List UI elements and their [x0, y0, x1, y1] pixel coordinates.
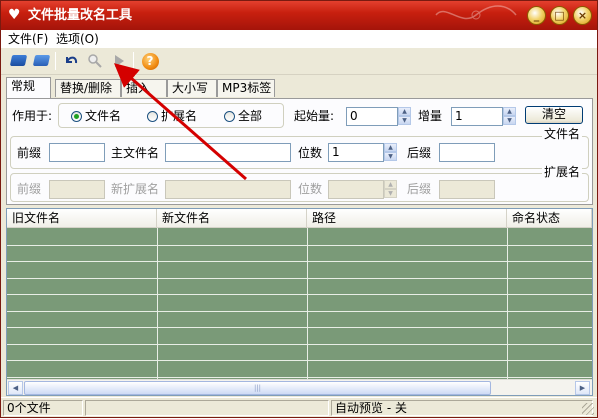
main-filename-label: 主文件名 — [111, 146, 160, 160]
tab-general[interactable]: 常规 — [6, 77, 51, 98]
suffix-input[interactable] — [439, 143, 495, 162]
column-new-name[interactable]: 新文件名 — [157, 209, 307, 228]
step-input[interactable]: 1 — [451, 107, 503, 126]
column-path[interactable]: 路径 — [307, 209, 507, 228]
prefix-input[interactable] — [49, 143, 105, 162]
filename-group-title: 文件名 — [542, 127, 583, 141]
minimize-button[interactable]: _ — [527, 6, 546, 25]
extension-group-title: 扩展名 — [542, 165, 583, 179]
step-spinner[interactable]: ▲ ▼ — [503, 107, 516, 126]
grid-row-line — [7, 344, 592, 345]
tab-case[interactable]: 大小写 — [167, 79, 217, 97]
window-title: 文件批量改名工具 — [28, 8, 133, 23]
ext-digits-spinner: ▲ ▼ — [384, 180, 397, 199]
help-icon[interactable]: ? — [140, 51, 160, 71]
list-body[interactable] — [7, 228, 592, 379]
new-extension-label: 新扩展名 — [111, 182, 160, 196]
radio-extension[interactable] — [147, 111, 158, 122]
preview-search-icon[interactable] — [85, 51, 105, 71]
file-list[interactable]: 旧文件名 新文件名 路径 命名状态 ◀ ||| ▶ — [6, 208, 593, 396]
grid-column-line — [157, 228, 158, 379]
tab-mp3-tags[interactable]: MP3标签 — [217, 79, 275, 97]
radio-filename[interactable] — [71, 111, 82, 122]
radio-all-label[interactable]: 全部 — [238, 109, 262, 123]
status-middle — [85, 400, 329, 416]
scroll-left-icon[interactable]: ◀ — [8, 381, 23, 395]
radio-extension-label[interactable]: 扩展名 — [161, 109, 197, 123]
digits-spinner[interactable]: ▲ ▼ — [384, 143, 397, 162]
close-button[interactable]: × — [573, 6, 592, 25]
start-value-input[interactable]: 0 — [346, 107, 398, 126]
suffix-label: 后缀 — [407, 146, 432, 160]
step-label: 增量 — [418, 109, 443, 123]
list-header: 旧文件名 新文件名 路径 命名状态 — [7, 209, 592, 228]
scroll-thumb[interactable]: ||| — [24, 381, 491, 395]
horizontal-scrollbar[interactable]: ◀ ||| ▶ — [7, 379, 592, 395]
general-panel: 作用于: 文件名 扩展名 全部 起始量: 0 ▲ ▼ 增量 1 ▲ ▼ 清空 文件名… — [6, 98, 593, 205]
prefix-label: 前缀 — [17, 146, 42, 160]
run-icon[interactable] — [109, 51, 129, 71]
clear-button[interactable]: 清空 — [525, 106, 583, 124]
grid-row-line — [7, 327, 592, 328]
grid-row-line — [7, 245, 592, 246]
start-value-spinner[interactable]: ▲ ▼ — [398, 107, 411, 126]
grid-row-line — [7, 360, 592, 361]
scroll-right-icon[interactable]: ▶ — [575, 381, 590, 395]
ext-suffix-label: 后缀 — [407, 182, 432, 196]
digits-input[interactable]: 1 — [328, 143, 384, 162]
grid-row-line — [7, 294, 592, 295]
radio-all[interactable] — [224, 111, 235, 122]
grid-row-line — [7, 311, 592, 312]
toolbar-separator — [55, 52, 56, 70]
grid-row-line — [7, 278, 592, 279]
app-window: ♥ 文件批量改名工具 _ □ × 文件(F) 选项(O) ? 常规 替换/删除 — [0, 0, 598, 418]
toolbar-separator — [133, 52, 134, 70]
new-extension-input — [165, 180, 291, 199]
ext-digits-input — [328, 180, 384, 199]
menu-bar: 文件(F) 选项(O) — [1, 30, 597, 48]
column-status[interactable]: 命名状态 — [507, 209, 592, 228]
menu-file[interactable]: 文件(F) — [8, 32, 48, 46]
title-bar[interactable]: ♥ 文件批量改名工具 _ □ × — [1, 1, 597, 30]
tab-insert[interactable]: 插入 — [121, 79, 167, 97]
title-decoration-icon — [435, 5, 517, 20]
main-filename-input[interactable] — [165, 143, 291, 162]
undo-icon[interactable] — [61, 51, 81, 71]
resize-grip-icon[interactable] — [582, 403, 594, 415]
ext-prefix-input — [49, 180, 105, 199]
save-folder-icon[interactable] — [31, 51, 51, 71]
grid-column-line — [307, 228, 308, 379]
status-auto-preview: 自动预览 - 关 — [331, 400, 593, 416]
maximize-button[interactable]: □ — [550, 6, 569, 25]
start-value-label: 起始量: — [294, 109, 335, 123]
apply-to-label: 作用于: — [12, 109, 53, 123]
status-file-count: 0个文件 — [3, 400, 83, 416]
ext-digits-label: 位数 — [298, 182, 323, 196]
digits-label: 位数 — [298, 146, 323, 160]
grid-row-line — [7, 377, 592, 378]
open-folder-icon[interactable] — [8, 51, 28, 71]
ext-suffix-input — [439, 180, 495, 199]
ext-prefix-label: 前缀 — [17, 182, 42, 196]
status-bar: 0个文件 自动预览 - 关 — [1, 397, 597, 417]
menu-options[interactable]: 选项(O) — [56, 32, 99, 46]
column-old-name[interactable]: 旧文件名 — [7, 209, 157, 228]
heart-icon: ♥ — [8, 7, 21, 23]
grid-column-line — [507, 228, 508, 379]
tab-replace-delete[interactable]: 替换/删除 — [55, 79, 121, 97]
grid-row-line — [7, 261, 592, 262]
radio-filename-label[interactable]: 文件名 — [85, 109, 121, 123]
toolbar: ? — [1, 48, 597, 75]
